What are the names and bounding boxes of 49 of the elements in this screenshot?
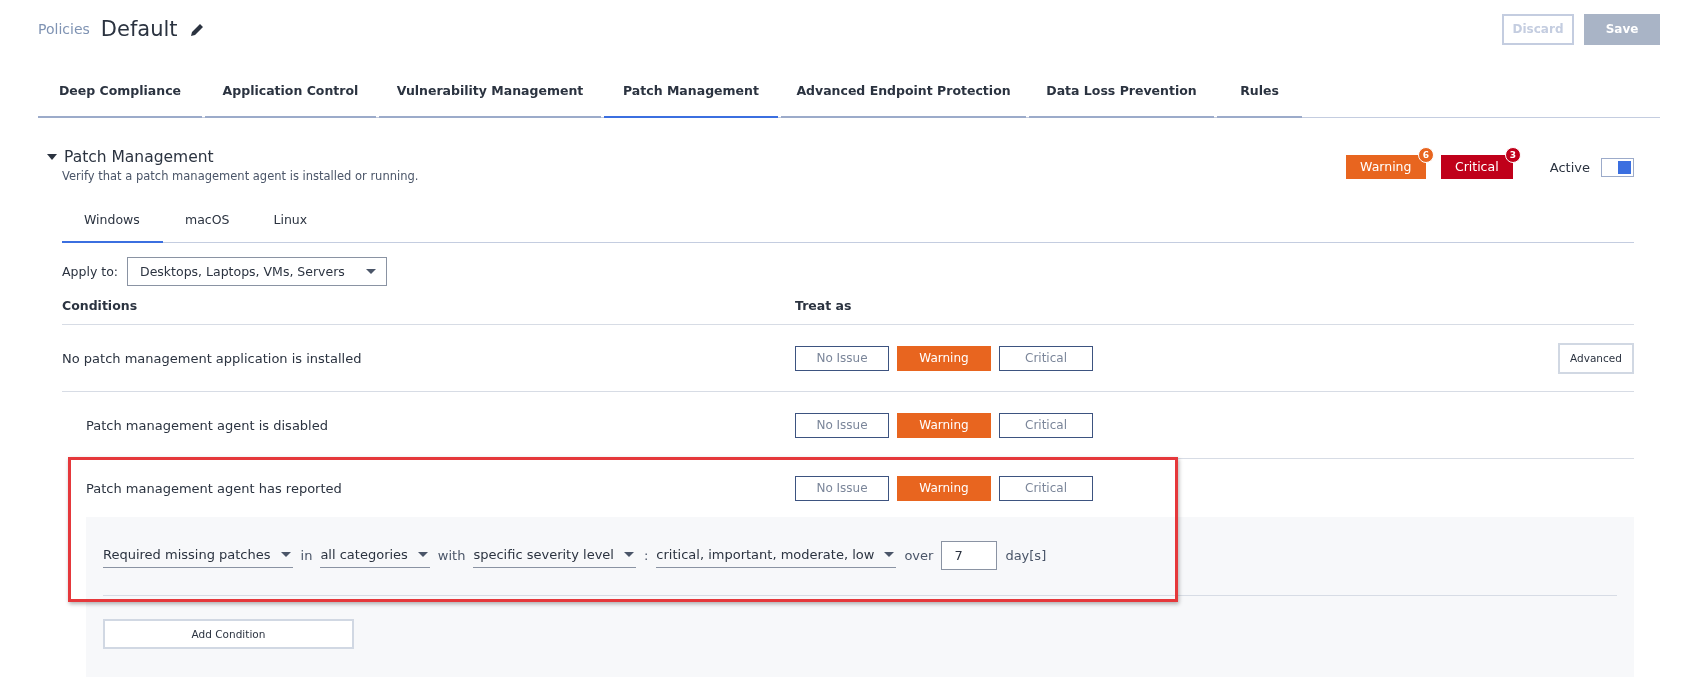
policy-tab[interactable]: Patch Management (604, 76, 778, 118)
os-tab[interactable]: Linux (251, 205, 330, 243)
treat-as-option[interactable]: No Issue (795, 345, 889, 371)
column-header: Treat as (795, 297, 852, 313)
treat-as-option[interactable]: No Issue (795, 412, 889, 438)
count-badge: 6 (1417, 147, 1434, 163)
column-header: Conditions (62, 297, 139, 313)
os-tab[interactable]: Windows (62, 205, 163, 243)
policy-tab[interactable]: Advanced Endpoint Protection (781, 76, 1026, 118)
caret-icon (280, 552, 291, 557)
criteria-text: in (300, 547, 313, 563)
caret-icon (623, 552, 634, 557)
policy-tab[interactable]: Deep Compliance (38, 76, 202, 118)
add-condition-button[interactable]: Add Condition (103, 619, 354, 649)
caret-icon (366, 269, 377, 274)
caret-icon (417, 552, 428, 557)
criteria-dropdown[interactable]: all categories (320, 542, 430, 568)
active-toggle[interactable] (1601, 157, 1634, 177)
pencil-icon[interactable] (189, 23, 204, 37)
criteria-text: with (437, 547, 466, 563)
policy-tab[interactable]: Rules (1217, 76, 1302, 118)
device-type-dropdown[interactable]: Desktops, Laptops, VMs, Servers (127, 257, 388, 286)
condition-text: Patch management agent has reported (86, 480, 343, 496)
criteria-text: over (904, 547, 934, 563)
active-label: Active (1549, 159, 1590, 175)
policy-tab[interactable]: Data Loss Prevention (1029, 76, 1214, 118)
section-title: Patch Management (64, 148, 214, 166)
condition-text: Patch management agent is disabled (86, 417, 329, 433)
apply-to-label: Apply to: (62, 264, 119, 279)
criteria-text: : (643, 547, 649, 563)
policy-tab[interactable]: Application Control (205, 76, 376, 118)
policy-tab[interactable]: Vulnerability Management (379, 76, 601, 118)
section-description: Verify that a patch management agent is installed or running. (62, 169, 420, 183)
criteria-text: day[s] (1005, 547, 1047, 563)
advanced-button[interactable]: Advanced (1558, 342, 1634, 374)
treat-as-option[interactable]: No Issue (795, 475, 889, 501)
treat-as-option[interactable]: Critical (999, 475, 1093, 501)
criteria-dropdown[interactable]: specific severity level (473, 542, 636, 568)
treat-as-option[interactable]: Critical (999, 345, 1093, 371)
collapse-caret-icon[interactable] (47, 154, 57, 160)
caret-icon (884, 552, 895, 557)
days-input[interactable]: 7 (941, 540, 998, 570)
os-tab[interactable]: macOS (163, 205, 252, 243)
criteria-dropdown[interactable]: Required missing patches (103, 542, 293, 568)
count-badge: 3 (1504, 147, 1521, 163)
page-title: Default (100, 17, 178, 41)
condition-text: No patch management application is installed (62, 350, 363, 366)
treat-as-option[interactable]: Critical (999, 412, 1093, 438)
criteria-dropdown[interactable]: critical, important, moderate, low (656, 542, 897, 568)
